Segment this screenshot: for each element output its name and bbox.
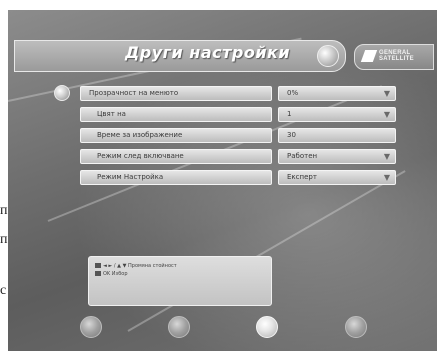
dropdown-arrow-icon[interactable]: ▼ xyxy=(384,109,390,120)
brand-logo: GENERAL SATELLITE xyxy=(354,44,434,70)
nav-orb-4[interactable] xyxy=(345,316,367,338)
menu-label-box[interactable]: Цвят на xyxy=(80,107,272,122)
menu-label-box[interactable]: Време за изображение xyxy=(80,128,272,143)
help-text: OK Избор xyxy=(103,271,128,277)
menu-label: Цвят на xyxy=(97,110,126,118)
menu-label-box[interactable]: Прозрачност на менюто xyxy=(80,86,272,101)
help-panel: ◄ ► / ▲ ▼ Промяна стойност OK Избор xyxy=(88,256,272,306)
nav-orb-1[interactable] xyxy=(80,316,102,338)
menu-value: 1 xyxy=(287,110,292,118)
menu-label-box[interactable]: Режим след включване xyxy=(80,149,272,164)
nav-orb-3[interactable] xyxy=(256,316,278,338)
menu-value-box[interactable]: Експерт ▼ xyxy=(278,170,396,185)
help-line-select: OK Избор xyxy=(95,271,128,277)
dropdown-arrow-icon[interactable]: ▼ xyxy=(384,172,390,183)
menu-value-box[interactable]: 0% ▼ xyxy=(278,86,396,101)
menu-value-box[interactable]: Работен ▼ xyxy=(278,149,396,164)
menu-label: Режим Настройка xyxy=(97,173,164,181)
menu-label: Прозрачност на менюто xyxy=(89,89,179,97)
remote-key-icon xyxy=(95,271,101,276)
menu-value-box[interactable]: 1 ▼ xyxy=(278,107,396,122)
menu-label: Време за изображение xyxy=(97,131,183,139)
remote-key-icon xyxy=(95,263,101,268)
page-title: Други настройки xyxy=(125,43,291,62)
help-text: ◄ ► / ▲ ▼ Промяна стойност xyxy=(103,263,177,269)
title-bar: Други настройки xyxy=(14,40,346,72)
nav-orb-2[interactable] xyxy=(168,316,190,338)
menu-label: Режим след включване xyxy=(97,152,184,160)
menu-value: Експерт xyxy=(287,173,317,181)
brand-text: GENERAL SATELLITE xyxy=(379,50,414,62)
menu-value: 0% xyxy=(287,89,299,97)
menu-label-box[interactable]: Режим Настройка xyxy=(80,170,272,185)
menu-value: 30 xyxy=(287,131,296,139)
title-orb-icon xyxy=(317,45,339,67)
brand-mark-icon xyxy=(360,50,378,62)
dropdown-arrow-icon[interactable]: ▼ xyxy=(384,151,390,162)
selected-orb-icon xyxy=(54,85,70,101)
dropdown-arrow-icon[interactable]: ▼ xyxy=(384,88,390,99)
menu-value-box[interactable]: 30 xyxy=(278,128,396,143)
help-line-change-value: ◄ ► / ▲ ▼ Промяна стойност xyxy=(95,263,177,269)
background-streak xyxy=(127,170,406,332)
menu-value: Работен xyxy=(287,152,318,160)
tv-screen: Други настройки GENERAL SATELLITE Прозра… xyxy=(8,10,437,351)
